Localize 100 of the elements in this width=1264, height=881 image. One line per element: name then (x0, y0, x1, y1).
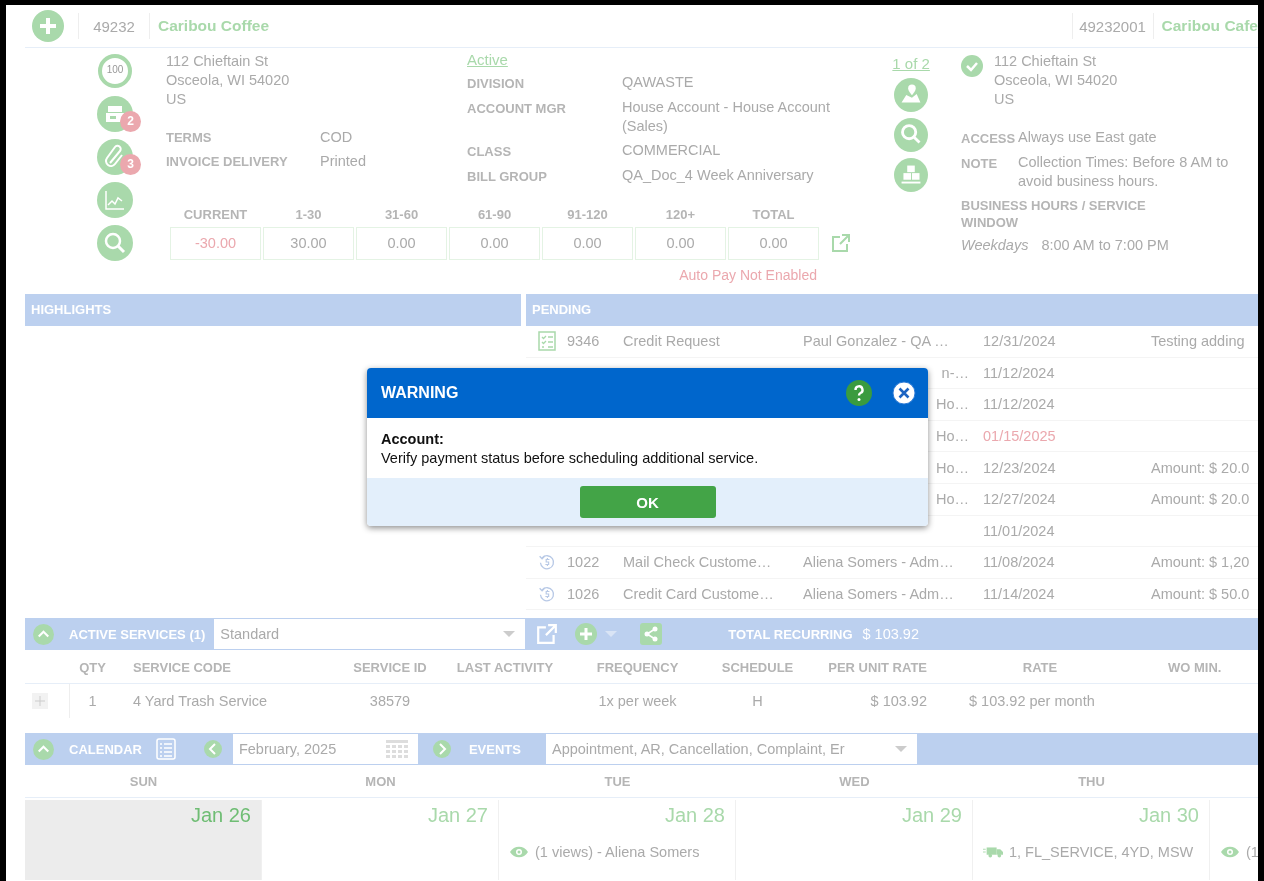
pending-author: Aliena Somers - Adm… (803, 586, 954, 603)
day-cell[interactable]: Jan 27 (262, 800, 499, 880)
pending-author: Aliena Somers - Adm… (803, 554, 954, 571)
caret-icon[interactable] (605, 631, 618, 637)
services-title: ACTIVE SERVICES (1) (69, 626, 206, 642)
add-icon[interactable] (32, 10, 64, 42)
field-label: DIVISION (467, 75, 526, 93)
previous-icon[interactable] (203, 740, 222, 758)
pending-date: 11/14/2024 (983, 586, 1055, 603)
table-cell: H (752, 693, 763, 709)
chart-icon[interactable] (97, 182, 133, 218)
month-field[interactable]: February, 2025 (232, 734, 418, 764)
day-cell[interactable]: Jan 28 (1 views) - Aliena Somers (499, 800, 736, 880)
field-label: CLASS (467, 143, 513, 161)
event-text[interactable]: 1, FL_SERVICE, 4YD, MSW (1009, 844, 1194, 860)
count-badge: 2 (120, 111, 141, 132)
site-id: 49232001 (1078, 17, 1147, 35)
calendar-icon[interactable] (385, 740, 408, 758)
hours-time: 8:00 AM to 7:00 PM (1041, 237, 1169, 253)
field-label: INVOICE DELIVERY (166, 152, 289, 171)
address-line: Osceola, WI 54020 (166, 71, 291, 90)
day-cell[interactable]: Jan 30 1, FL_SERVICE, 4YD, MSW (973, 800, 1210, 880)
event-text[interactable]: (1 views) - Aliena Somers (535, 844, 700, 860)
events-select[interactable]: Appointment, AR, Cancellation, Complaint, Er (545, 734, 917, 764)
aging-label: 31-60 (384, 207, 419, 222)
address-line: US (994, 90, 1016, 109)
aging-label: TOTAL (752, 207, 795, 222)
dialog-heading: Account: (381, 430, 445, 449)
day-date: Jan 26 (190, 804, 251, 826)
collapse-icon[interactable] (33, 738, 54, 760)
field-label: ACCESS (961, 130, 1017, 148)
share-icon[interactable] (640, 623, 663, 645)
aging-label: CURRENT (183, 207, 248, 222)
close-icon[interactable] (892, 381, 916, 405)
day-date: Jan 29 (901, 804, 962, 826)
pending-date: 12/27/2024 (983, 491, 1056, 508)
weekday-header: SUN (129, 774, 158, 789)
expand-row-button[interactable] (32, 693, 48, 709)
pending-note: Testing adding (1151, 333, 1245, 350)
field-label: TERMS (166, 128, 213, 147)
check-circle-icon (961, 55, 983, 77)
weekday-header: MON (365, 774, 396, 789)
aging-amount: 0.00 (542, 227, 633, 260)
view-select[interactable]: Standard (214, 619, 526, 649)
next-icon[interactable] (432, 740, 451, 758)
pending-date: 11/12/2024 (983, 364, 1055, 381)
day-date: Jan 30 (1138, 804, 1199, 826)
weekday-header: THU (1078, 774, 1105, 789)
collapse-icon[interactable] (33, 623, 54, 645)
field-value: QA_Doc_4 Week Anniversary (622, 166, 815, 185)
day-cell[interactable]: Jan 29 (736, 800, 973, 880)
external-link-icon[interactable] (831, 233, 851, 253)
eye-icon (509, 846, 529, 858)
auto-pay-status: Auto Pay Not Enabled (678, 267, 817, 283)
pending-author: Ho… (935, 396, 969, 413)
search-icon[interactable] (97, 225, 133, 261)
table-cell: 1x per week (598, 693, 677, 709)
score-value: 100 (105, 64, 125, 75)
day-cell[interactable]: Jan 26 (25, 800, 262, 880)
event-text[interactable]: (1 (1246, 844, 1258, 860)
pending-author: Ho… (935, 459, 969, 476)
ok-button[interactable]: OK (579, 486, 716, 518)
pending-type: Credit Card Custome… (623, 586, 774, 603)
pending-id: 1022 (567, 554, 600, 571)
aging-amount: 30.00 (263, 227, 354, 260)
column-header: SERVICE CODE (133, 659, 231, 675)
help-icon[interactable] (846, 380, 872, 406)
aging-label: 1-30 (295, 207, 322, 222)
aging-label: 61-90 (477, 207, 512, 222)
field-label: NOTE (961, 155, 999, 173)
hours-day: Weekdays (961, 237, 1029, 253)
pending-date: 11/08/2024 (983, 554, 1055, 571)
aging-amount: -30.00 (170, 227, 261, 260)
column-header: RATE (1022, 659, 1058, 675)
web-search-icon[interactable] (894, 118, 929, 152)
pending-note: Amount: $ 20.0 (1151, 491, 1250, 508)
weekday-header: TUE (604, 774, 631, 789)
weekday-header: WED (839, 774, 870, 789)
map-pin-icon[interactable] (894, 78, 929, 112)
add-icon[interactable] (575, 623, 598, 645)
column-header: SCHEDULE (721, 659, 794, 675)
pending-type: Credit Request (623, 333, 720, 350)
pending-date: 11/01/2024 (983, 522, 1055, 539)
field-label: BILL GROUP (467, 168, 548, 186)
pager-link[interactable]: 1 of 2 (892, 55, 930, 72)
score-gauge-icon (97, 53, 133, 89)
column-header: WO MIN. (1168, 659, 1222, 675)
table-cell: 1 (88, 693, 97, 709)
table-cell: $ 103.92 (870, 693, 927, 709)
dialog-title: WARNING (381, 384, 460, 402)
eye-icon (1220, 846, 1240, 858)
boxes-icon[interactable] (894, 158, 929, 192)
list-icon[interactable] (155, 738, 176, 760)
status-link[interactable]: Active (467, 51, 508, 68)
aging-amount: 0.00 (635, 227, 726, 260)
day-cell[interactable]: (1 (1210, 800, 1258, 880)
day-date: Jan 28 (664, 804, 725, 826)
site-name: Caribou Cafe (1161, 17, 1258, 35)
pending-author: n-… (941, 364, 969, 381)
truck-icon (983, 846, 1003, 858)
